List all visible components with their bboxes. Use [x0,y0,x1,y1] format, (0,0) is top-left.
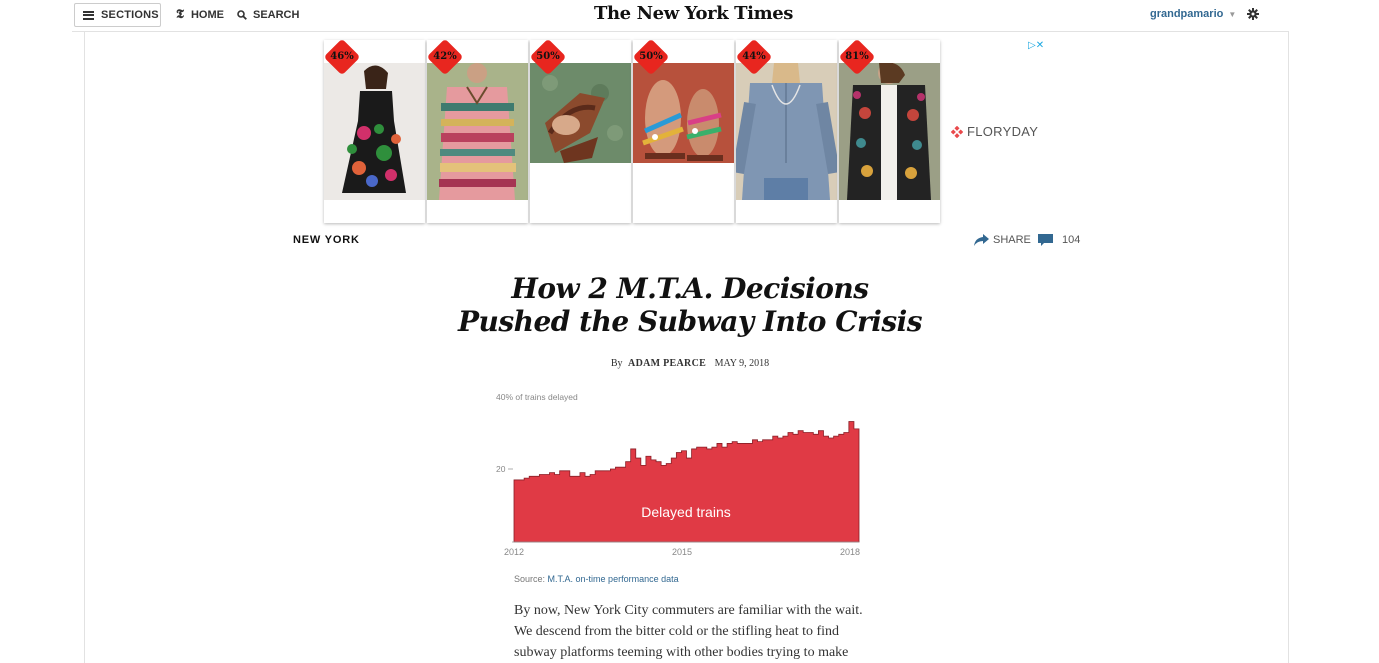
article-body: By now, New York City commuters are fami… [514,600,864,663]
comment-bubble-icon [1038,234,1053,246]
section-label[interactable]: NEW YORK [293,234,360,246]
chart-source: Source: M.T.A. on-time performance data [514,574,679,584]
comments-button[interactable]: 104 [1038,234,1080,246]
search-icon [237,10,247,20]
floryday-advertisement[interactable]: 46% 42% 50% 50% 44% 81% ▷✕ FLORYDAY [324,40,1054,224]
striped-tribal-top-photo [427,63,528,200]
publish-date: MAY 9, 2018 [714,358,770,369]
byline: By ADAM PEARCE MAY 9, 2018 [380,358,1000,369]
delayed-trains-area [513,421,860,543]
ad-product-tile[interactable]: 50% [530,40,631,223]
body-line: By now, New York City commuters are fami… [514,603,863,618]
ad-product-tile[interactable]: 42% [427,40,528,223]
discount-label: 81% [845,51,869,62]
x-tick-label: 2012 [504,547,524,557]
ad-product-tile[interactable]: 46% [324,40,425,223]
ad-product-tile[interactable]: 50% [633,40,734,223]
discount-label: 44% [742,51,766,62]
share-arrow-icon [974,234,989,246]
source-link[interactable]: M.T.A. on-time performance data [548,574,679,584]
masthead-logo[interactable]: The New York Times [594,3,793,24]
floryday-brand-label: FLORYDAY [967,124,1039,139]
series-label: Delayed trains [641,504,731,520]
search-link[interactable]: SEARCH [237,9,299,21]
x-tick-label: 2018 [840,547,860,557]
search-label: SEARCH [253,9,300,21]
blue-blouse-photo [736,63,837,200]
body-line: subway platforms teeming with other bodi… [514,645,849,660]
embroidered-jacket-photo [839,63,940,200]
beaded-sandals-photo [633,63,734,200]
share-label: SHARE [993,234,1031,246]
nyt-t-logo-icon: 𝕿 [176,7,184,22]
share-button[interactable]: SHARE [974,234,1031,246]
gear-icon[interactable] [1247,8,1259,20]
byline-prefix: By [610,358,623,369]
author-name[interactable]: ADAM PEARCE [628,358,706,369]
black-floral-dress-photo [324,63,425,200]
x-tick-label: 2015 [672,547,692,557]
username: grandpamario [1150,8,1224,20]
source-prefix: Source: [514,574,546,584]
headline-line-1: How 2 M.T.A. Decisions [511,272,869,305]
discount-label: 50% [536,51,560,62]
user-account-menu[interactable]: grandpamario ▼ [1150,8,1236,20]
hamburger-menu-icon [83,10,94,20]
top-navigation-bar: SECTIONS 𝕿 HOME SEARCH The New York Time… [72,0,1289,32]
sections-button[interactable]: SECTIONS [74,3,161,27]
discount-label: 46% [330,51,354,62]
home-link[interactable]: 𝕿 HOME [176,8,224,21]
y-axis-label: 40% of trains delayed [496,392,578,402]
home-label: HOME [190,8,224,21]
delayed-trains-chart: 40% of trains delayed 20 2012 2015 2018 … [496,392,860,557]
sections-label: SECTIONS [101,9,159,21]
comment-count: 104 [1062,234,1081,246]
adchoices-icon[interactable]: ▷✕ [1028,40,1044,51]
article-headline: How 2 M.T.A. Decisions Pushed the Subway… [380,272,1000,338]
discount-label: 50% [639,51,663,62]
body-line: We descend from the bitter cold or the s… [514,624,840,639]
y-tick-label: 20 [496,464,506,474]
floryday-logo-icon [951,125,963,138]
chevron-down-icon: ▼ [1228,9,1237,19]
headline-line-2: Pushed the Subway Into Crisis [457,305,923,338]
ad-product-tile[interactable]: 81% [839,40,940,223]
floryday-brand[interactable]: FLORYDAY [951,124,1038,139]
ad-product-tile[interactable]: 44% [736,40,837,223]
discount-label: 42% [433,51,457,62]
brown-sandals-photo [530,63,631,200]
